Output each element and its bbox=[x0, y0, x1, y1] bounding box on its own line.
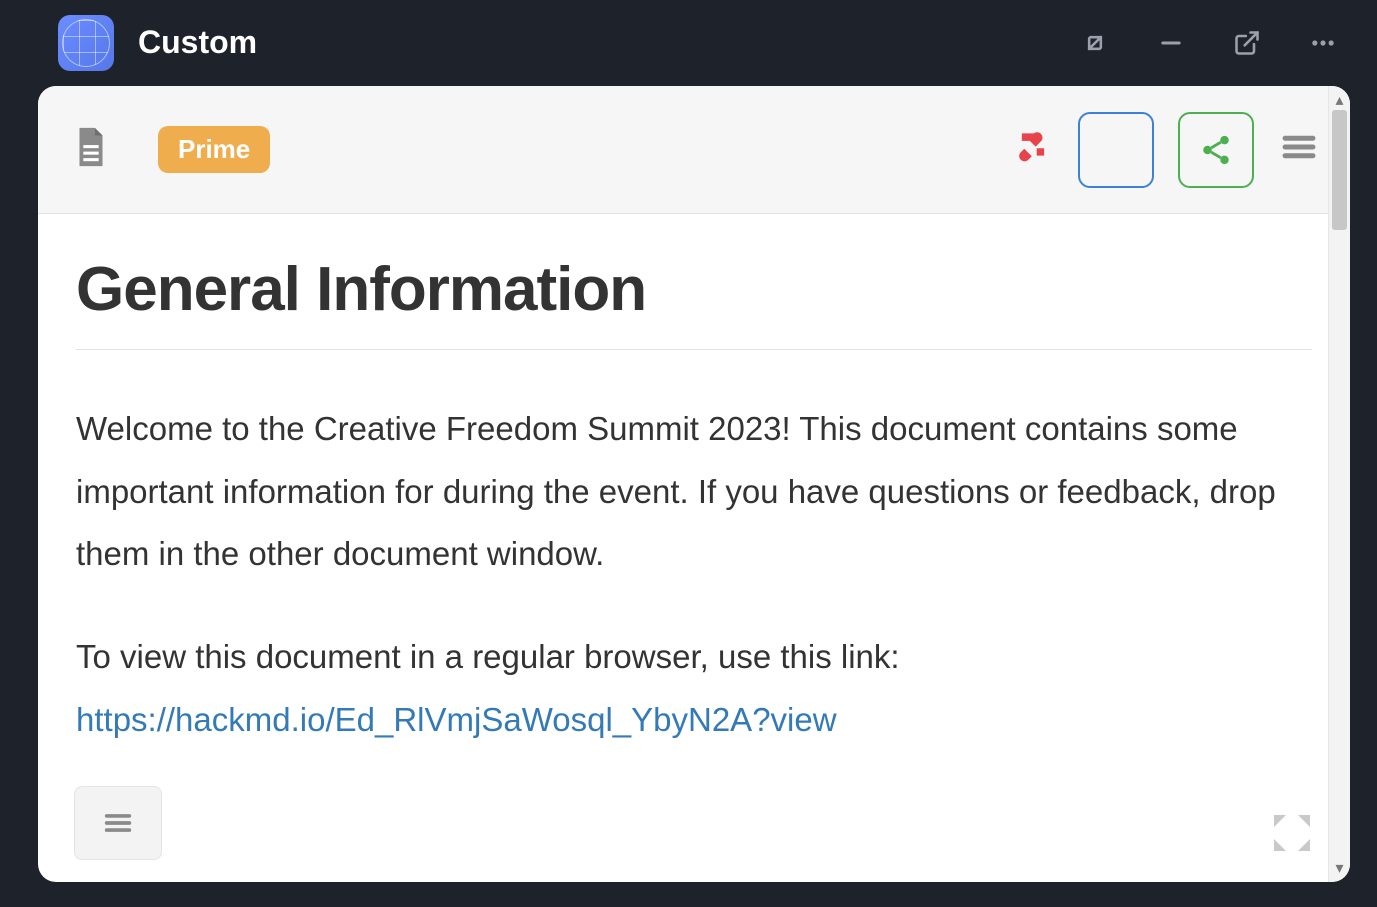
minimize-icon bbox=[1157, 29, 1185, 57]
intro-paragraph: Welcome to the Creative Freedom Summit 2… bbox=[76, 398, 1312, 586]
content-pane: Prime General Information Welcome to the… bbox=[38, 86, 1350, 882]
page-heading: General Information bbox=[76, 254, 1312, 325]
minimize-button[interactable] bbox=[1157, 29, 1185, 57]
vertical-scrollbar[interactable]: ▴ ▾ bbox=[1328, 86, 1350, 882]
document-icon[interactable] bbox=[68, 122, 114, 177]
view-mode-button[interactable] bbox=[1078, 112, 1154, 188]
document-toolbar: Prime bbox=[38, 86, 1350, 214]
plug-icon bbox=[1012, 126, 1054, 168]
scrollbar-thumb[interactable] bbox=[1332, 110, 1347, 230]
fullscreen-icon bbox=[1268, 809, 1316, 857]
popout-button[interactable] bbox=[1233, 29, 1261, 57]
external-link-icon bbox=[1233, 29, 1261, 57]
title-left: Custom bbox=[58, 15, 257, 71]
share-icon bbox=[1199, 133, 1233, 167]
window-title-bar: Custom bbox=[0, 0, 1377, 85]
expand-diagonal-icon bbox=[1081, 29, 1109, 57]
share-button[interactable] bbox=[1178, 112, 1254, 188]
heading-divider bbox=[76, 349, 1312, 350]
document-body: General Information Welcome to the Creat… bbox=[38, 214, 1350, 882]
list-icon bbox=[101, 806, 135, 840]
file-text-icon bbox=[68, 122, 114, 172]
dots-horizontal-icon bbox=[1309, 29, 1337, 57]
title-controls bbox=[1081, 29, 1337, 57]
link-paragraph-prefix: To view this document in a regular brows… bbox=[76, 638, 900, 675]
scroll-down-arrow-icon[interactable]: ▾ bbox=[1335, 858, 1343, 878]
toc-toggle-button[interactable] bbox=[74, 786, 162, 860]
scroll-up-arrow-icon[interactable]: ▴ bbox=[1335, 90, 1343, 110]
hamburger-menu-button[interactable] bbox=[1278, 126, 1320, 173]
maximize-button[interactable] bbox=[1081, 29, 1109, 57]
window-title: Custom bbox=[138, 24, 257, 61]
app-globe-icon bbox=[58, 15, 114, 71]
more-menu-button[interactable] bbox=[1309, 29, 1337, 57]
prime-badge[interactable]: Prime bbox=[158, 126, 270, 173]
fullscreen-button[interactable] bbox=[1268, 809, 1316, 862]
link-paragraph: To view this document in a regular brows… bbox=[76, 626, 1312, 751]
connection-status-icon[interactable] bbox=[1012, 126, 1054, 173]
document-view-link[interactable]: https://hackmd.io/Ed_RlVmjSaWosql_YbyN2A… bbox=[76, 701, 837, 738]
menu-icon bbox=[1278, 126, 1320, 168]
